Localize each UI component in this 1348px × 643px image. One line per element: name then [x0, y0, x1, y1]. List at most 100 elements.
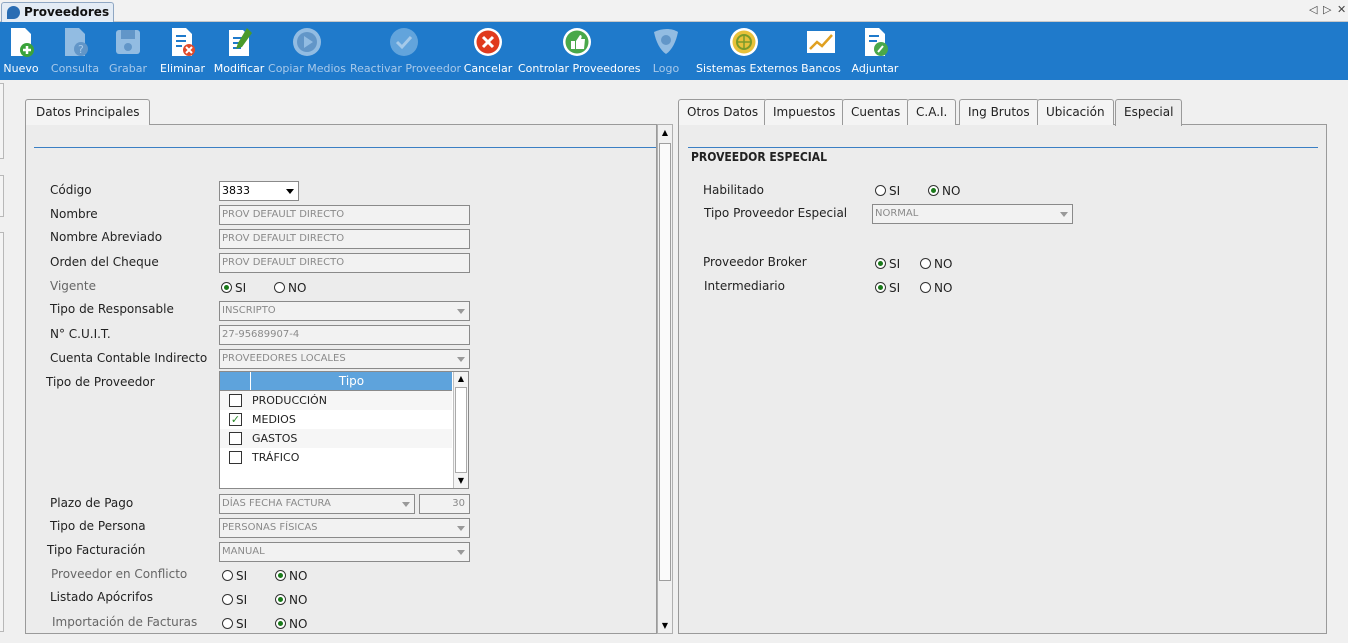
radio-selected-icon: [275, 570, 286, 581]
scroll-up-icon[interactable]: ▲: [660, 128, 670, 138]
toolbar-sistemas-externos-button[interactable]: Sistemas Externos: [696, 22, 798, 80]
conflicto-si-radio[interactable]: SI: [222, 569, 247, 583]
tipo-especial-value: NORMAL: [875, 208, 919, 219]
toolbar-grabar-button[interactable]: Grabar: [106, 22, 150, 80]
grid-scrollbar[interactable]: ▲ ▼: [453, 372, 468, 488]
vigente-si-radio[interactable]: SI: [221, 281, 246, 295]
document-tab-proveedores[interactable]: Proveedores: [1, 2, 115, 22]
delete-doc-icon: [172, 28, 195, 56]
scroll-down-icon[interactable]: ▼: [456, 476, 466, 486]
conflicto-no-radio[interactable]: NO: [275, 569, 307, 583]
scroll-down-icon[interactable]: ▼: [660, 621, 670, 631]
checkbox-unchecked-icon[interactable]: [229, 451, 242, 464]
nombre-abreviado-label: Nombre Abreviado: [50, 230, 163, 244]
app-logo-icon: [7, 6, 20, 19]
close-icon[interactable]: ✕: [1337, 3, 1346, 16]
apocrifos-si-radio[interactable]: SI: [222, 593, 247, 607]
chevron-down-icon: [457, 526, 465, 531]
nombre-field[interactable]: PROV DEFAULT DIRECTO: [219, 205, 470, 225]
checkbox-checked-icon[interactable]: ✓: [229, 413, 242, 426]
tab-impuestos[interactable]: Impuestos: [764, 99, 845, 125]
tab-cai[interactable]: C.A.I.: [907, 99, 957, 125]
plazo-pago-select[interactable]: DÍAS FECHA FACTURA: [219, 494, 415, 514]
toolbar-copiar-medios-label: Copiar Medios: [268, 62, 346, 75]
toolbar-copiar-medios-button[interactable]: Copiar Medios: [268, 22, 346, 80]
checkbox-unchecked-icon[interactable]: [229, 432, 242, 445]
tab-datos-principales[interactable]: Datos Principales: [25, 99, 151, 125]
tab-cuentas[interactable]: Cuentas: [842, 99, 910, 125]
habilitado-no-radio[interactable]: NO: [928, 184, 960, 198]
apocrifos-no-radio[interactable]: NO: [275, 593, 307, 607]
apocrifos-no-label: NO: [289, 593, 308, 607]
nav-next-icon[interactable]: ▷: [1323, 3, 1331, 16]
toolbar-modificar-label: Modificar: [213, 62, 265, 75]
scroll-thumb[interactable]: [659, 143, 671, 581]
broker-si-radio[interactable]: SI: [875, 257, 900, 271]
thumbs-up-icon: [563, 28, 591, 56]
intermediario-si-radio[interactable]: SI: [875, 281, 900, 295]
broker-no-radio[interactable]: NO: [920, 257, 952, 271]
rail-handle-2[interactable]: [0, 175, 4, 217]
nombre-abreviado-field[interactable]: PROV DEFAULT DIRECTO: [219, 229, 470, 249]
toolbar-nuevo-button[interactable]: Nuevo: [2, 22, 40, 80]
radio-empty-icon: [875, 185, 886, 196]
rail-handle-1[interactable]: [0, 83, 4, 159]
tab-ubicacion[interactable]: Ubicación: [1037, 99, 1114, 125]
table-row[interactable]: ✓ MEDIOS: [220, 410, 452, 429]
importacion-no-radio[interactable]: NO: [275, 617, 307, 631]
tab-especial[interactable]: Especial: [1115, 99, 1183, 126]
tipo-responsable-select[interactable]: INSCRIPTO: [219, 301, 470, 321]
chevron-down-icon: [402, 502, 410, 507]
radio-selected-icon: [275, 618, 286, 629]
chevron-down-icon: [457, 357, 465, 362]
cuenta-contable-select[interactable]: PROVEEDORES LOCALES: [219, 349, 470, 369]
save-icon: [116, 30, 140, 54]
table-row[interactable]: GASTOS: [220, 429, 452, 448]
tab-otros-datos[interactable]: Otros Datos: [678, 99, 768, 125]
importacion-si-radio[interactable]: SI: [222, 617, 247, 631]
tipo-especial-select[interactable]: NORMAL: [872, 204, 1073, 224]
plazo-pago-days-field[interactable]: 30: [419, 494, 470, 514]
toolbar-cancelar-button[interactable]: Cancelar: [463, 22, 513, 80]
rail-handle-3[interactable]: [0, 232, 4, 632]
radio-empty-icon: [222, 594, 233, 605]
habilitado-si-radio[interactable]: SI: [875, 184, 900, 198]
section-divider: [688, 147, 1318, 148]
intermediario-no-radio[interactable]: NO: [920, 281, 952, 295]
query-doc-icon: ?: [65, 28, 88, 56]
tipo-persona-select[interactable]: PERSONAS FÍSICAS: [219, 518, 470, 538]
play-icon: [293, 28, 321, 56]
toolbar-reactivar-proveedor-button[interactable]: Reactivar Proveedor: [350, 22, 461, 80]
row-label: GASTOS: [252, 432, 298, 445]
tipo-facturacion-select[interactable]: MANUAL: [219, 542, 470, 562]
tipo-persona-label: Tipo de Persona: [50, 519, 146, 533]
tab-ing-brutos[interactable]: Ing Brutos: [959, 99, 1039, 125]
grid-scroll-thumb[interactable]: [455, 387, 467, 473]
toolbar-bancos-button[interactable]: Bancos: [800, 22, 842, 80]
table-row[interactable]: TRÁFICO: [220, 448, 452, 467]
toolbar-controlar-proveedores-button[interactable]: Controlar Proveedores: [518, 22, 641, 80]
svg-text:?: ?: [78, 43, 84, 56]
toolbar-consulta-button[interactable]: ? Consulta: [50, 22, 100, 80]
left-panel-scrollbar[interactable]: ▲ ▼: [657, 124, 673, 634]
toolbar-logo-button[interactable]: Logo: [646, 22, 686, 80]
chart-icon: [807, 31, 835, 53]
broker-si-label: SI: [889, 257, 901, 271]
tipo-proveedor-grid: Tipo PRODUCCIÓN ✓ MEDIOS GASTOS TRÁFICO ▲…: [219, 371, 469, 489]
codigo-select[interactable]: 3833: [219, 181, 299, 201]
table-row[interactable]: PRODUCCIÓN: [220, 391, 452, 410]
checkbox-unchecked-icon[interactable]: [229, 394, 242, 407]
plazo-pago-value: DÍAS FECHA FACTURA: [222, 498, 331, 509]
radio-empty-icon: [920, 258, 931, 269]
cuit-field[interactable]: 27-95689907-4: [219, 325, 470, 345]
left-collapse-rail: [0, 80, 5, 643]
nav-prev-icon[interactable]: ◁: [1309, 3, 1317, 16]
vigente-no-radio[interactable]: NO: [274, 281, 306, 295]
toolbar-modificar-button[interactable]: Modificar: [212, 22, 266, 80]
scroll-up-icon[interactable]: ▲: [456, 374, 466, 384]
toolbar-adjuntar-button[interactable]: Adjuntar: [850, 22, 900, 80]
orden-cheque-field[interactable]: PROV DEFAULT DIRECTO: [219, 253, 470, 273]
toolbar-eliminar-button[interactable]: Eliminar: [160, 22, 205, 80]
section-title: PROVEEDOR ESPECIAL: [691, 150, 828, 164]
grid-header: Tipo: [220, 372, 452, 391]
